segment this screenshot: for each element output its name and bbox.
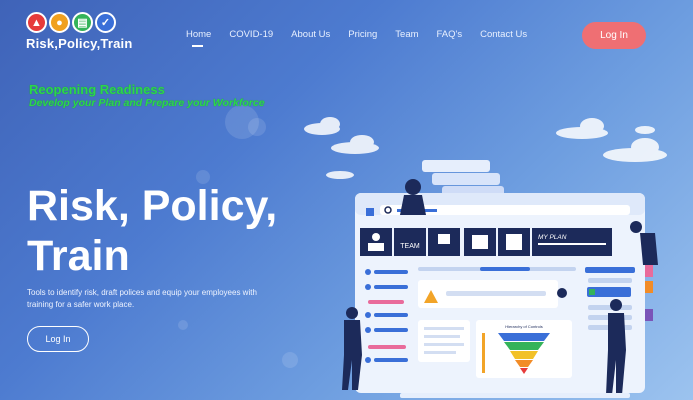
- floating-search-bar: [422, 160, 490, 172]
- header-login-button[interactable]: Log In: [582, 22, 646, 49]
- hero-login-button[interactable]: Log In: [27, 326, 89, 352]
- nav-item-pricing[interactable]: Pricing: [348, 29, 377, 40]
- my-plan-label: MY PLAN: [538, 234, 567, 241]
- nav-item-contact-us[interactable]: Contact Us: [480, 29, 527, 40]
- background-bubble: [248, 118, 266, 136]
- background-bubble: [178, 320, 188, 330]
- check-icon: ✓: [95, 12, 116, 33]
- warning-icon: ▲: [26, 12, 47, 33]
- feature-toolbar: TEAM MY PLAN: [360, 228, 612, 256]
- background-bubble: [282, 352, 298, 368]
- hero-title: Risk, Policy, Train: [27, 182, 278, 280]
- person-figure: [606, 299, 626, 395]
- nav-item-covid-19[interactable]: COVID-19: [229, 29, 273, 40]
- brand-logo[interactable]: ▲ ● ▤ ✓ Risk,Policy,Train: [26, 12, 146, 62]
- main-nav: Home COVID-19 About Us Pricing Team FAQ'…: [186, 29, 545, 47]
- team-label: TEAM: [400, 243, 420, 250]
- reopening-readiness-title: Reopening Readiness: [29, 82, 165, 97]
- brand-name: Risk,Policy,Train: [26, 36, 133, 51]
- logo-icon-row: ▲ ● ▤ ✓: [26, 12, 146, 33]
- home-icon: [366, 208, 374, 216]
- nav-item-home[interactable]: Home: [186, 29, 211, 47]
- nav-item-faqs[interactable]: FAQ's: [437, 29, 463, 40]
- floating-search-bar: [432, 173, 500, 185]
- gear-icon: [557, 288, 567, 298]
- nav-item-team[interactable]: Team: [395, 29, 418, 40]
- person-icon: ●: [49, 12, 70, 33]
- reopening-readiness-subtitle: Develop your Plan and Prepare your Workf…: [29, 97, 265, 109]
- dashboard-illustration: TEAM MY PLAN Hierarchy of Controls: [304, 117, 667, 398]
- nav-item-about-us[interactable]: About Us: [291, 29, 330, 40]
- hero-description: Tools to identify risk, draft polices an…: [27, 288, 257, 309]
- hierarchy-chart-title: Hierarchy of Controls: [505, 324, 543, 329]
- chart-icon: ▤: [72, 12, 93, 33]
- person-figure: [400, 179, 426, 215]
- check-icon: [589, 289, 595, 295]
